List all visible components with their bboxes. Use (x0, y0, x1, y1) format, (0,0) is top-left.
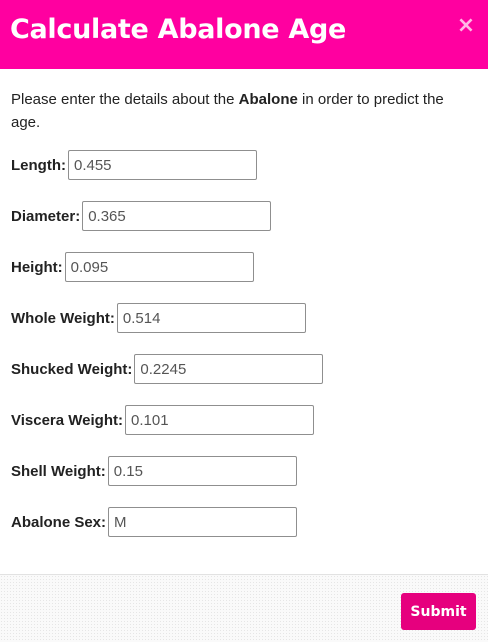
modal-header: Calculate Abalone Age × (0, 0, 488, 69)
intro-text: Please enter the details about the Abalo… (11, 88, 477, 134)
diameter-label: Diameter: (11, 207, 81, 225)
viscera-weight-label: Viscera Weight: (11, 411, 123, 429)
viscera-weight-input[interactable] (125, 405, 314, 435)
modal-title: Calculate Abalone Age (10, 14, 347, 45)
height-input[interactable] (64, 252, 254, 282)
shucked-weight-input[interactable] (134, 354, 324, 384)
whole-weight-label: Whole Weight: (11, 309, 115, 327)
intro-text-before: Please enter the details about the (11, 91, 239, 108)
whole-weight-input[interactable] (116, 303, 306, 333)
field-row-length: Length: (11, 150, 257, 180)
diameter-input[interactable] (82, 201, 272, 231)
field-row-shucked-weight: Shucked Weight: (11, 354, 324, 384)
field-row-shell-weight: Shell Weight: (11, 456, 297, 486)
field-row-abalone-sex: Abalone Sex: (11, 507, 298, 537)
height-label: Height: (11, 258, 63, 276)
submit-button[interactable]: Submit (401, 593, 476, 630)
shucked-weight-label: Shucked Weight: (11, 360, 133, 378)
abalone-sex-input[interactable] (108, 507, 298, 537)
modal-footer: Submit (0, 574, 488, 642)
field-row-whole-weight: Whole Weight: (11, 303, 306, 333)
close-icon[interactable]: × (454, 12, 478, 40)
field-row-viscera-weight: Viscera Weight: (11, 405, 314, 435)
field-row-height: Height: (11, 252, 254, 282)
shell-weight-input[interactable] (107, 456, 297, 486)
abalone-modal: Calculate Abalone Age × Please enter the… (0, 0, 488, 642)
shell-weight-label: Shell Weight: (11, 462, 106, 480)
field-row-diameter: Diameter: (11, 201, 272, 231)
intro-emphasis: Abalone (238, 91, 298, 108)
abalone-sex-label: Abalone Sex: (11, 513, 107, 531)
length-input[interactable] (67, 150, 257, 180)
length-label: Length: (11, 156, 66, 174)
